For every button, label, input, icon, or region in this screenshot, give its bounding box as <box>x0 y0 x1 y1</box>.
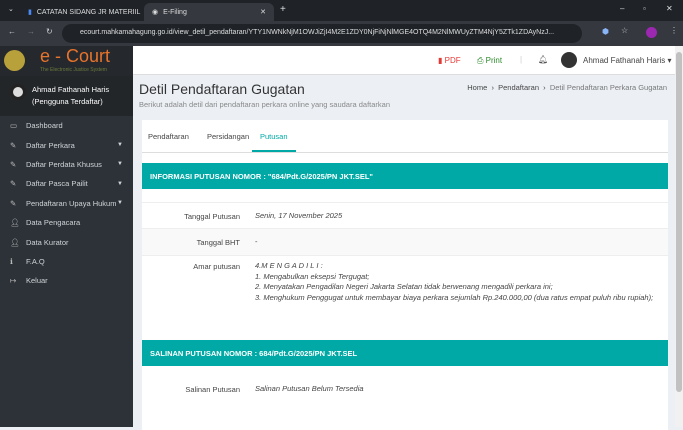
user-panel: Ahmad Fathanah Haris (Pengguna Terdaftar) <box>0 76 133 116</box>
tab-pendaftaran[interactable]: Pendaftaran <box>148 132 189 141</box>
sidebar-item-f-a-q[interactable]: ℹ F.A.Q <box>0 252 133 271</box>
print-button[interactable]: ⎙ Print <box>477 56 502 66</box>
sidebar-item-keluar[interactable]: ↦ Keluar <box>0 271 133 290</box>
back-icon[interactable]: ← <box>8 27 16 36</box>
sidebar: e - Court The Electronic Justice System A… <box>0 46 133 427</box>
user-icon: 👤︎ <box>10 218 20 228</box>
minimize-button[interactable]: – <box>620 4 624 13</box>
sidebar-item-label: Data Pengacara <box>26 218 81 228</box>
sidebar-item-daftar-perkara[interactable]: ✎ Daftar Perkara ▼ <box>0 135 133 154</box>
tab-search-icon[interactable]: ⌄ <box>8 5 14 13</box>
sign-out-icon: ↦ <box>10 276 17 286</box>
edit-icon: ✎ <box>10 179 17 189</box>
forward-icon[interactable]: → <box>27 27 35 36</box>
salinan-header: SALINAN PUTUSAN NOMOR : 684/Pdt.G/2025/P… <box>142 340 668 366</box>
avatar <box>10 84 26 100</box>
breadcrumb: Home › Pendaftaran › Detil Pendaftaran P… <box>467 83 667 92</box>
sidebar-item-label: Daftar Perdata Khusus <box>26 159 102 169</box>
sidebar-item-data-kurator[interactable]: 👤︎ Data Kurator <box>0 232 133 251</box>
logo[interactable]: e - Court The Electronic Justice System <box>0 46 133 76</box>
main-content: Detil Pendaftaran Gugatan Berikut adalah… <box>133 75 675 430</box>
print-icon: ⎙ <box>477 56 484 65</box>
sidebar-item-label: Dashboard <box>26 121 63 131</box>
sidebar-item-label: Data Kurator <box>26 237 69 247</box>
globe-icon: ◉ <box>152 9 159 16</box>
row-tanggal-putusan: Tanggal Putusan Senin, 17 November 2025 <box>142 202 668 228</box>
divider: | <box>520 55 523 64</box>
sidebar-menu: ▭ Dashboard ✎ Daftar Perkara ▼ ✎ Daftar Perdat… <box>0 116 133 291</box>
bookmark-star-icon[interactable]: ☆ <box>621 26 628 35</box>
putusan-header: INFORMASI PUTUSAN NOMOR : "684/Pdt.G/202… <box>142 163 668 189</box>
scrollbar[interactable] <box>675 46 683 427</box>
bell-icon[interactable]: 🔔︎ <box>538 55 548 64</box>
sidebar-item-label: Daftar Perkara <box>26 140 75 150</box>
sidebar-item-pendaftaran-upaya-hukum[interactable]: ✎ Pendaftaran Upaya Hukum ▼ <box>0 194 133 213</box>
sidebar-item-label: Daftar Pasca Pailit <box>26 179 88 189</box>
sidebar-item-daftar-pasca-pailit[interactable]: ✎ Daftar Pasca Pailit ▼ <box>0 174 133 193</box>
sidebar-item-label: Pendaftaran Upaya Hukum <box>26 198 117 208</box>
pdf-button[interactable]: ▮ PDF <box>438 56 461 65</box>
tab-list: Pendaftaran Persidangan Putusan <box>142 120 668 153</box>
sidebar-item-dashboard[interactable]: ▭ Dashboard <box>0 116 133 135</box>
edit-icon: ✎ <box>10 140 17 150</box>
caret-down-icon: ▼ <box>117 200 123 207</box>
detail-card: Pendaftaran Persidangan Putusan INFORMAS… <box>142 120 668 430</box>
close-icon[interactable]: ✕ <box>260 8 266 16</box>
pdf-icon: ▮ <box>438 56 443 65</box>
close-window-button[interactable]: ✕ <box>666 4 673 13</box>
info-icon: ℹ <box>10 256 13 266</box>
user-menu[interactable]: Ahmad Fathanah Haris ▾ <box>583 56 672 65</box>
sidebar-item-data-pengacara[interactable]: 👤︎ Data Pengacara <box>0 213 133 232</box>
sidebar-item-label: Keluar <box>26 276 48 286</box>
extension-icon[interactable]: ⬢ <box>602 27 609 36</box>
caret-down-icon: ▼ <box>117 142 123 149</box>
caret-down-icon: ▼ <box>117 161 123 168</box>
maximize-button[interactable]: ▫ <box>643 4 646 13</box>
top-header: ▮ PDF ⎙ Print | 🔔︎ Ahmad Fathanah Haris … <box>133 46 675 75</box>
user-icon: 👤︎ <box>10 237 20 247</box>
sidebar-item-daftar-perdata-khusus[interactable]: ✎ Daftar Perdata Khusus ▼ <box>0 155 133 174</box>
row-tanggal-bht: Tanggal BHT - <box>142 228 668 255</box>
page-subtitle: Berikut adalah detil dari pendaftaran pe… <box>139 100 391 109</box>
docs-icon: ▮ <box>28 9 32 16</box>
sidebar-item-label: F.A.Q <box>26 256 45 266</box>
new-tab-button[interactable]: + <box>280 4 286 15</box>
seal-icon <box>4 50 25 71</box>
menu-icon[interactable]: ⋮ <box>670 26 678 35</box>
header-avatar[interactable] <box>561 52 577 68</box>
edit-icon: ✎ <box>10 159 17 169</box>
address-bar-row: ← → ↻ ecourt.mahkamahagung.go.id/view_de… <box>0 21 683 46</box>
profile-avatar[interactable] <box>646 27 657 38</box>
tab-persidangan[interactable]: Persidangan <box>207 132 249 141</box>
browser-tab-active[interactable]: ◉ E-Filing ✕ <box>144 3 274 21</box>
row-salinan: Salinan Putusan Salinan Putusan Belum Ter… <box>185 384 364 394</box>
laptop-icon: ▭ <box>10 121 18 131</box>
edit-icon: ✎ <box>10 198 17 208</box>
page-title: Detil Pendaftaran Gugatan <box>139 81 305 97</box>
reload-icon[interactable]: ↻ <box>46 27 53 36</box>
browser-tab-bar: ⌄ ▮CATATAN SIDANG JR MATERIIL✕ ◉E-Filing… <box>0 0 683 21</box>
caret-down-icon: ▼ <box>117 180 123 187</box>
row-amar-putusan: Amar putusan 4.M E N G A D I L I :1. Men… <box>142 255 668 305</box>
tab-putusan[interactable]: Putusan <box>252 132 296 152</box>
scrollbar-thumb[interactable] <box>676 52 682 392</box>
url-input[interactable]: ecourt.mahkamahagung.go.id/view_detil_pe… <box>62 24 582 43</box>
